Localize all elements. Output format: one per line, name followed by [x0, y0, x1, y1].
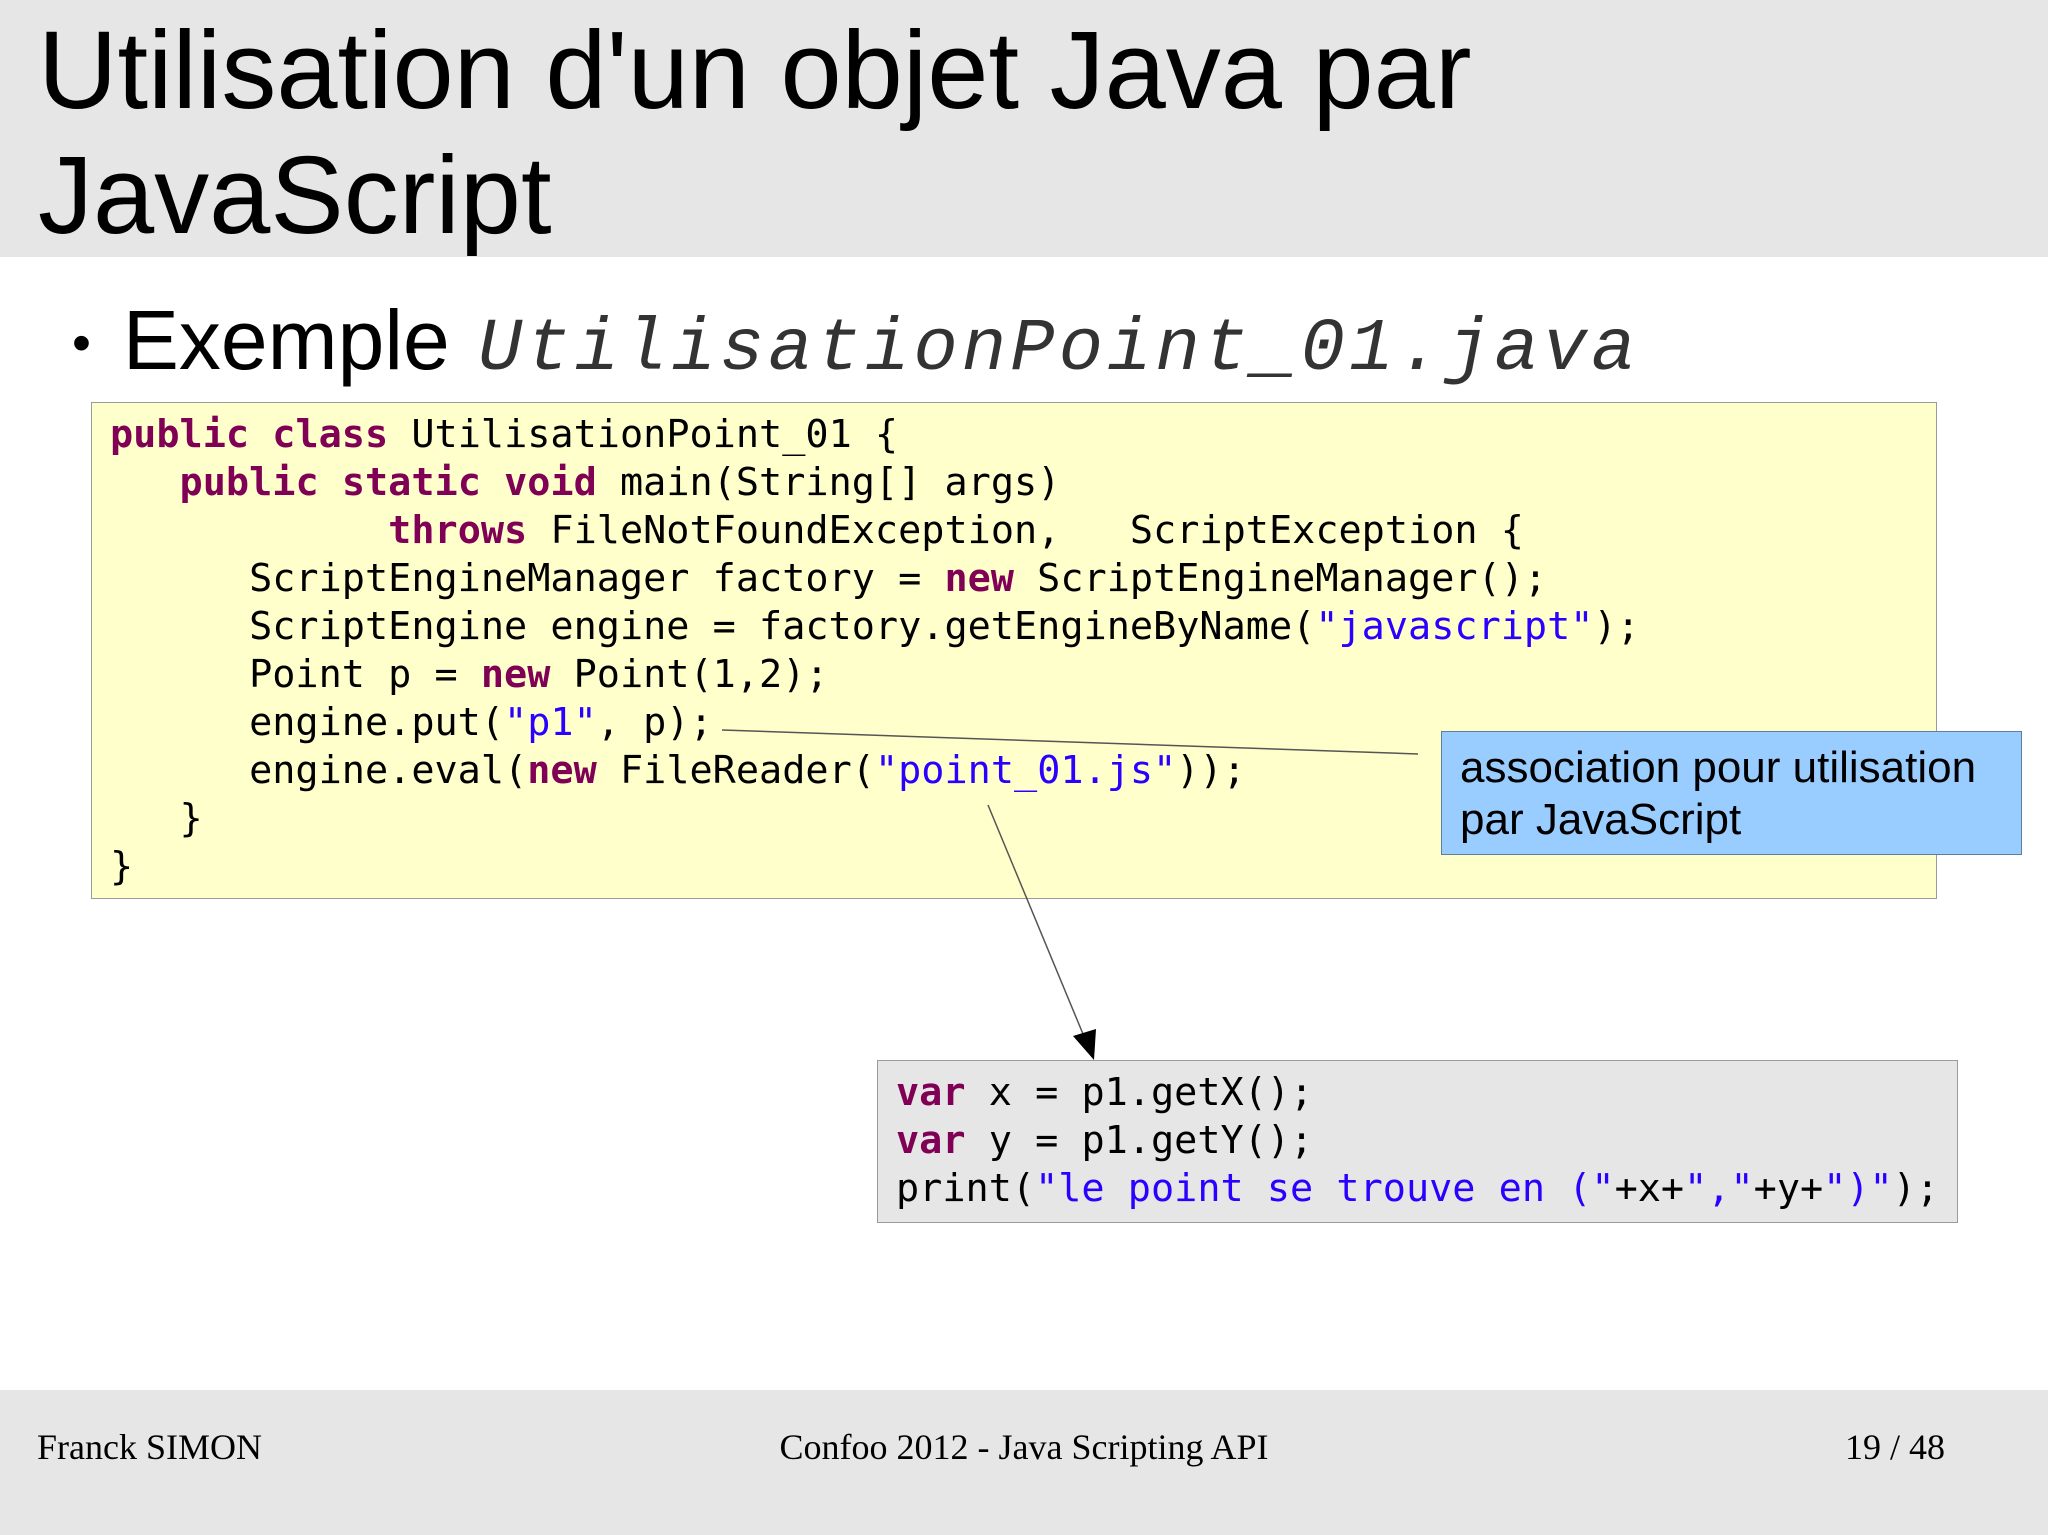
footer-page-number: 19 / 48 — [1844, 1427, 1945, 1467]
footer-event-text: Confoo 2012 - Java Scripting API — [779, 1427, 1269, 1467]
file-arrow-head-icon — [1073, 1029, 1096, 1060]
footer-event: Confoo 2012 - Java Scripting API — [0, 1426, 2048, 1468]
slide-footer: Franck SIMON Confoo 2012 - Java Scriptin… — [0, 1390, 2048, 1535]
connector-overlay — [721, 729, 1419, 1060]
file-arrow-line — [987, 804, 1084, 1035]
callout-connector-line — [721, 729, 1419, 755]
